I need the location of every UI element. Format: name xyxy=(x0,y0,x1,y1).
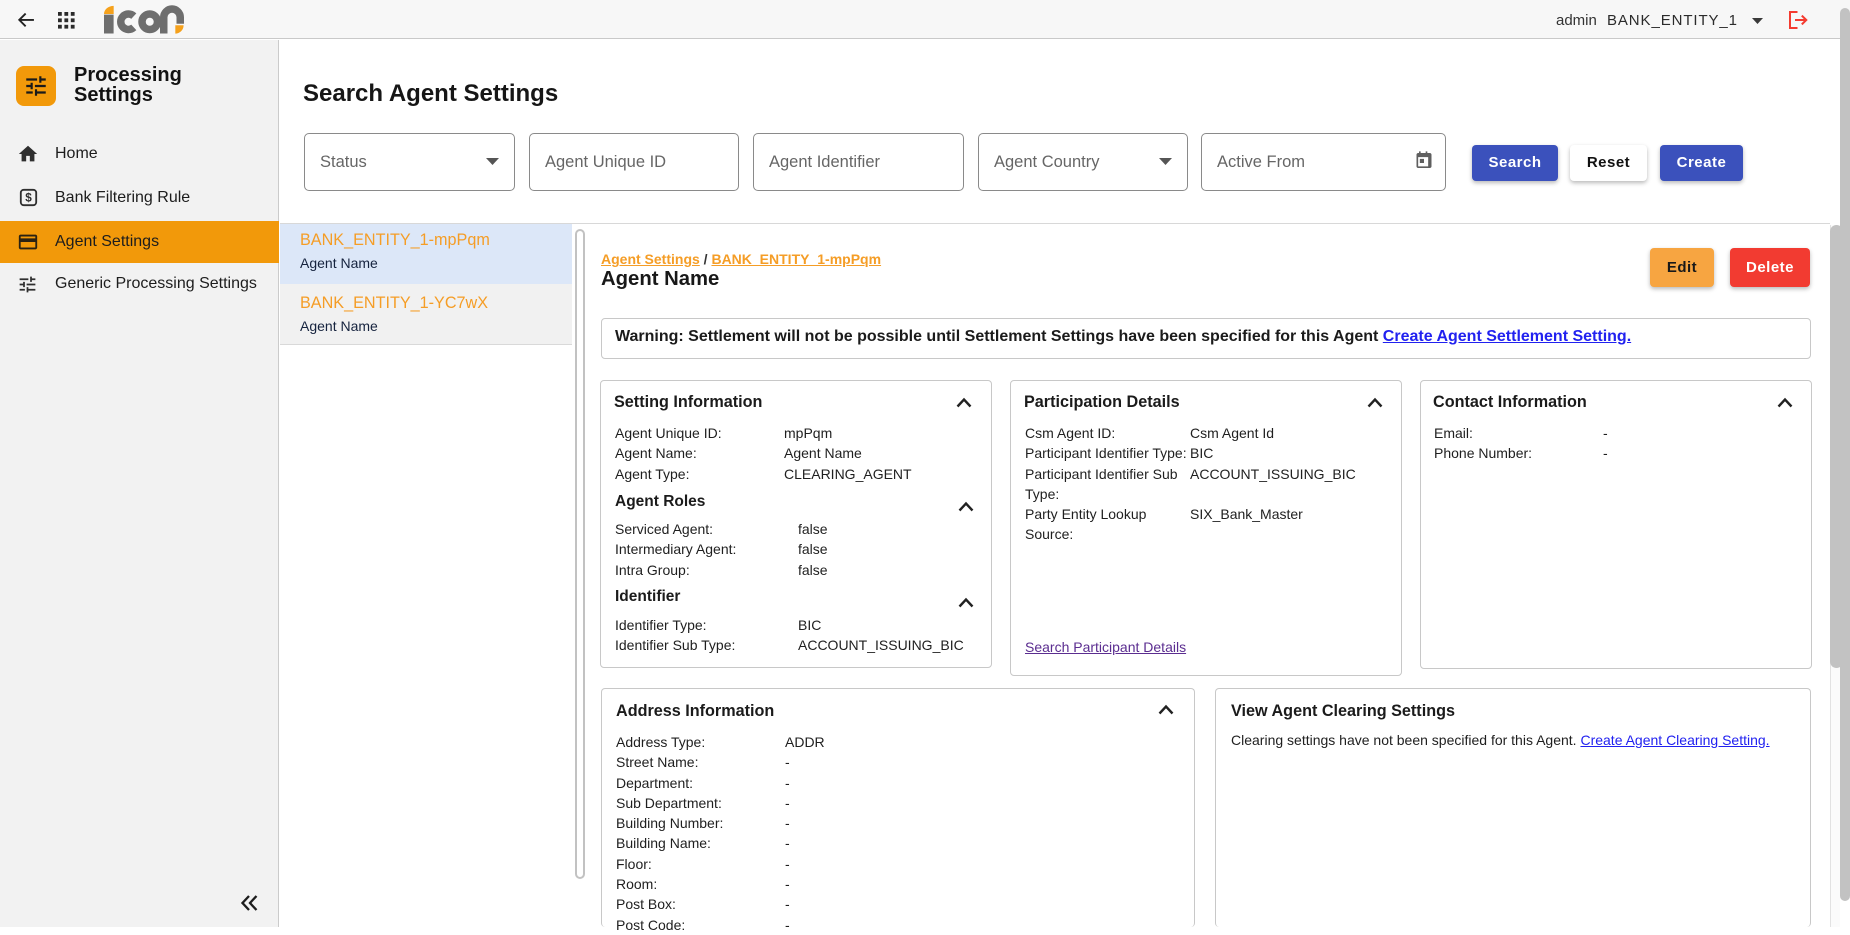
svg-text:$: $ xyxy=(25,191,32,204)
